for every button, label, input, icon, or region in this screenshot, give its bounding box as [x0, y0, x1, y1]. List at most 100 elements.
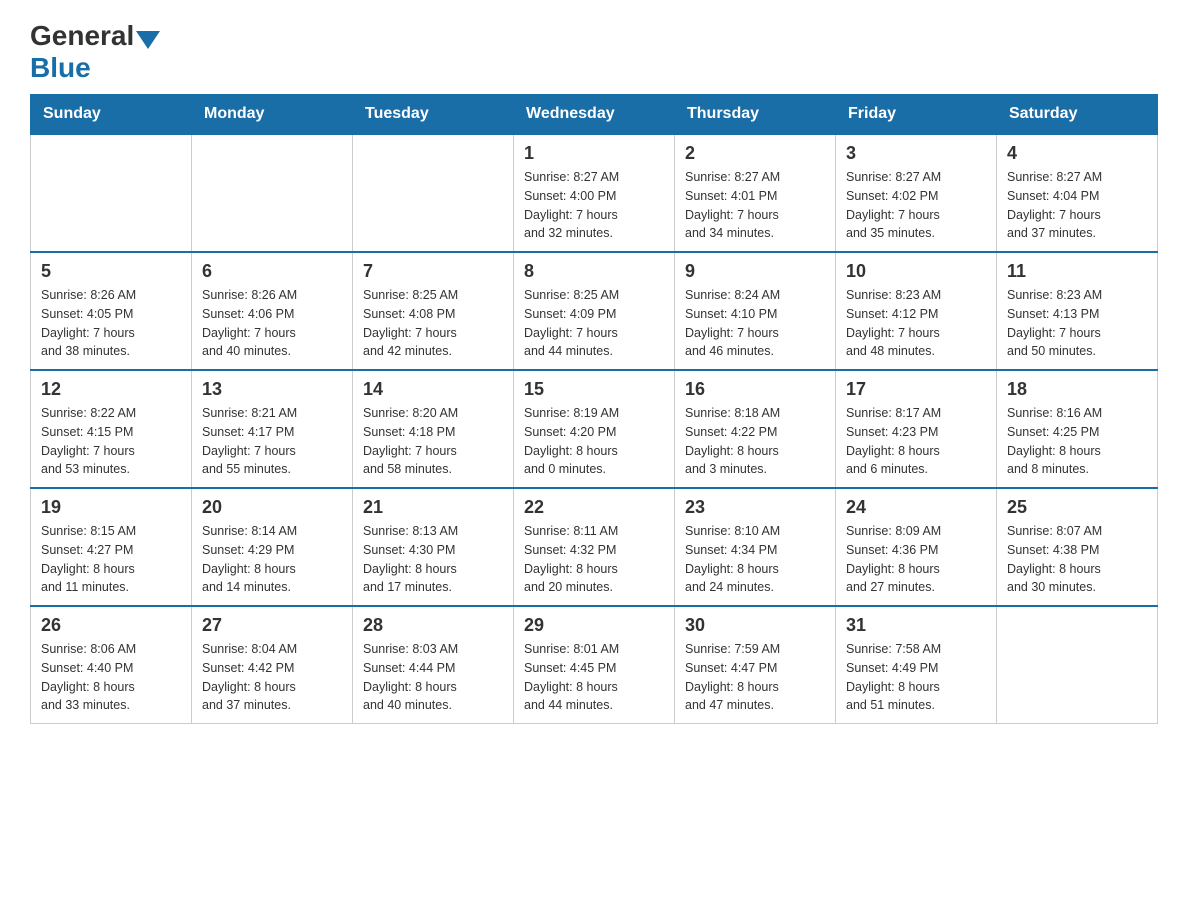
day-info: Sunrise: 8:13 AM Sunset: 4:30 PM Dayligh…	[363, 522, 503, 597]
day-number: 6	[202, 261, 342, 282]
day-info: Sunrise: 8:03 AM Sunset: 4:44 PM Dayligh…	[363, 640, 503, 715]
day-info: Sunrise: 7:58 AM Sunset: 4:49 PM Dayligh…	[846, 640, 986, 715]
calendar-week-row: 12Sunrise: 8:22 AM Sunset: 4:15 PM Dayli…	[31, 370, 1158, 488]
day-number: 28	[363, 615, 503, 636]
day-info: Sunrise: 8:23 AM Sunset: 4:12 PM Dayligh…	[846, 286, 986, 361]
weekday-header-thursday: Thursday	[675, 95, 836, 135]
calendar-day-25: 25 Sunrise: 8:07 AM Sunset: 4:38 PM Dayli…	[997, 488, 1158, 606]
calendar-day-11: 11 Sunrise: 8:23 AM Sunset: 4:13 PM Dayli…	[997, 252, 1158, 370]
day-number: 4	[1007, 143, 1147, 164]
weekday-header-monday: Monday	[192, 95, 353, 135]
empty-cell	[353, 134, 514, 252]
calendar-day-19: 19Sunrise: 8:15 AM Sunset: 4:27 PM Dayli…	[31, 488, 192, 606]
empty-cell	[31, 134, 192, 252]
calendar-day-8: 8Sunrise: 8:25 AM Sunset: 4:09 PM Daylig…	[514, 252, 675, 370]
day-number: 15	[524, 379, 664, 400]
weekday-header-friday: Friday	[836, 95, 997, 135]
day-number: 25	[1007, 497, 1147, 518]
day-info: Sunrise: 8:26 AM Sunset: 4:05 PM Dayligh…	[41, 286, 181, 361]
day-number: 22	[524, 497, 664, 518]
calendar-day-18: 18 Sunrise: 8:16 AM Sunset: 4:25 PM Dayli…	[997, 370, 1158, 488]
empty-cell	[997, 606, 1158, 724]
weekday-header-tuesday: Tuesday	[353, 95, 514, 135]
calendar-week-row: 1 Sunrise: 8:27 AM Sunset: 4:00 PM Daylig…	[31, 134, 1158, 252]
calendar-week-row: 26 Sunrise: 8:06 AM Sunset: 4:40 PM Dayli…	[31, 606, 1158, 724]
day-number: 2	[685, 143, 825, 164]
day-info: Sunrise: 8:07 AM Sunset: 4:38 PM Dayligh…	[1007, 522, 1147, 597]
day-number: 21	[363, 497, 503, 518]
calendar-day-30: 30Sunrise: 7:59 AM Sunset: 4:47 PM Dayli…	[675, 606, 836, 724]
day-number: 27	[202, 615, 342, 636]
day-number: 9	[685, 261, 825, 282]
day-number: 10	[846, 261, 986, 282]
calendar-day-22: 22 Sunrise: 8:11 AM Sunset: 4:32 PM Dayli…	[514, 488, 675, 606]
calendar-body: 1 Sunrise: 8:27 AM Sunset: 4:00 PM Daylig…	[31, 134, 1158, 724]
day-info: Sunrise: 8:04 AM Sunset: 4:42 PM Dayligh…	[202, 640, 342, 715]
calendar-day-14: 14 Sunrise: 8:20 AM Sunset: 4:18 PM Dayli…	[353, 370, 514, 488]
weekday-header-wednesday: Wednesday	[514, 95, 675, 135]
day-number: 17	[846, 379, 986, 400]
day-info: Sunrise: 8:22 AM Sunset: 4:15 PM Dayligh…	[41, 404, 181, 479]
calendar-day-16: 16 Sunrise: 8:18 AM Sunset: 4:22 PM Dayli…	[675, 370, 836, 488]
day-number: 11	[1007, 261, 1147, 282]
day-info: Sunrise: 8:27 AM Sunset: 4:01 PM Dayligh…	[685, 168, 825, 243]
day-info: Sunrise: 8:27 AM Sunset: 4:02 PM Dayligh…	[846, 168, 986, 243]
day-info: Sunrise: 8:27 AM Sunset: 4:00 PM Dayligh…	[524, 168, 664, 243]
day-info: Sunrise: 8:23 AM Sunset: 4:13 PM Dayligh…	[1007, 286, 1147, 361]
day-info: Sunrise: 8:27 AM Sunset: 4:04 PM Dayligh…	[1007, 168, 1147, 243]
page-header: General Blue	[30, 20, 1158, 84]
calendar-day-21: 21 Sunrise: 8:13 AM Sunset: 4:30 PM Dayli…	[353, 488, 514, 606]
calendar-week-row: 5 Sunrise: 8:26 AM Sunset: 4:05 PM Daylig…	[31, 252, 1158, 370]
calendar-day-10: 10 Sunrise: 8:23 AM Sunset: 4:12 PM Dayli…	[836, 252, 997, 370]
day-info: Sunrise: 8:25 AM Sunset: 4:09 PM Dayligh…	[524, 286, 664, 361]
day-info: Sunrise: 8:21 AM Sunset: 4:17 PM Dayligh…	[202, 404, 342, 479]
calendar-day-29: 29 Sunrise: 8:01 AM Sunset: 4:45 PM Dayli…	[514, 606, 675, 724]
day-info: Sunrise: 8:16 AM Sunset: 4:25 PM Dayligh…	[1007, 404, 1147, 479]
day-number: 20	[202, 497, 342, 518]
day-number: 18	[1007, 379, 1147, 400]
calendar-day-4: 4 Sunrise: 8:27 AM Sunset: 4:04 PM Daylig…	[997, 134, 1158, 252]
calendar-day-20: 20 Sunrise: 8:14 AM Sunset: 4:29 PM Dayli…	[192, 488, 353, 606]
calendar-day-31: 31 Sunrise: 7:58 AM Sunset: 4:49 PM Dayli…	[836, 606, 997, 724]
calendar-day-12: 12Sunrise: 8:22 AM Sunset: 4:15 PM Dayli…	[31, 370, 192, 488]
day-info: Sunrise: 8:19 AM Sunset: 4:20 PM Dayligh…	[524, 404, 664, 479]
calendar-day-2: 2 Sunrise: 8:27 AM Sunset: 4:01 PM Daylig…	[675, 134, 836, 252]
day-info: Sunrise: 8:20 AM Sunset: 4:18 PM Dayligh…	[363, 404, 503, 479]
day-info: Sunrise: 8:11 AM Sunset: 4:32 PM Dayligh…	[524, 522, 664, 597]
day-number: 26	[41, 615, 181, 636]
day-info: Sunrise: 8:26 AM Sunset: 4:06 PM Dayligh…	[202, 286, 342, 361]
day-number: 1	[524, 143, 664, 164]
calendar-day-3: 3 Sunrise: 8:27 AM Sunset: 4:02 PM Daylig…	[836, 134, 997, 252]
day-info: Sunrise: 8:06 AM Sunset: 4:40 PM Dayligh…	[41, 640, 181, 715]
calendar-day-1: 1 Sunrise: 8:27 AM Sunset: 4:00 PM Daylig…	[514, 134, 675, 252]
day-number: 16	[685, 379, 825, 400]
day-number: 29	[524, 615, 664, 636]
day-number: 14	[363, 379, 503, 400]
calendar-day-13: 13Sunrise: 8:21 AM Sunset: 4:17 PM Dayli…	[192, 370, 353, 488]
calendar-day-26: 26 Sunrise: 8:06 AM Sunset: 4:40 PM Dayli…	[31, 606, 192, 724]
day-number: 5	[41, 261, 181, 282]
calendar-day-7: 7 Sunrise: 8:25 AM Sunset: 4:08 PM Daylig…	[353, 252, 514, 370]
day-info: Sunrise: 8:17 AM Sunset: 4:23 PM Dayligh…	[846, 404, 986, 479]
calendar-day-24: 24 Sunrise: 8:09 AM Sunset: 4:36 PM Dayli…	[836, 488, 997, 606]
day-number: 31	[846, 615, 986, 636]
day-info: Sunrise: 8:01 AM Sunset: 4:45 PM Dayligh…	[524, 640, 664, 715]
calendar-day-27: 27 Sunrise: 8:04 AM Sunset: 4:42 PM Dayli…	[192, 606, 353, 724]
day-number: 7	[363, 261, 503, 282]
calendar-day-17: 17 Sunrise: 8:17 AM Sunset: 4:23 PM Dayli…	[836, 370, 997, 488]
day-info: Sunrise: 8:14 AM Sunset: 4:29 PM Dayligh…	[202, 522, 342, 597]
calendar-day-6: 6 Sunrise: 8:26 AM Sunset: 4:06 PM Daylig…	[192, 252, 353, 370]
day-info: Sunrise: 8:15 AM Sunset: 4:27 PM Dayligh…	[41, 522, 181, 597]
day-number: 24	[846, 497, 986, 518]
day-info: Sunrise: 8:09 AM Sunset: 4:36 PM Dayligh…	[846, 522, 986, 597]
calendar-table: SundayMondayTuesdayWednesdayThursdayFrid…	[30, 94, 1158, 724]
calendar-week-row: 19Sunrise: 8:15 AM Sunset: 4:27 PM Dayli…	[31, 488, 1158, 606]
day-info: Sunrise: 8:25 AM Sunset: 4:08 PM Dayligh…	[363, 286, 503, 361]
calendar-day-15: 15 Sunrise: 8:19 AM Sunset: 4:20 PM Dayli…	[514, 370, 675, 488]
day-number: 3	[846, 143, 986, 164]
logo-blue-text: Blue	[30, 52, 91, 83]
day-number: 23	[685, 497, 825, 518]
logo-triangle-icon	[136, 31, 160, 49]
weekday-header-row: SundayMondayTuesdayWednesdayThursdayFrid…	[31, 95, 1158, 135]
day-info: Sunrise: 8:18 AM Sunset: 4:22 PM Dayligh…	[685, 404, 825, 479]
